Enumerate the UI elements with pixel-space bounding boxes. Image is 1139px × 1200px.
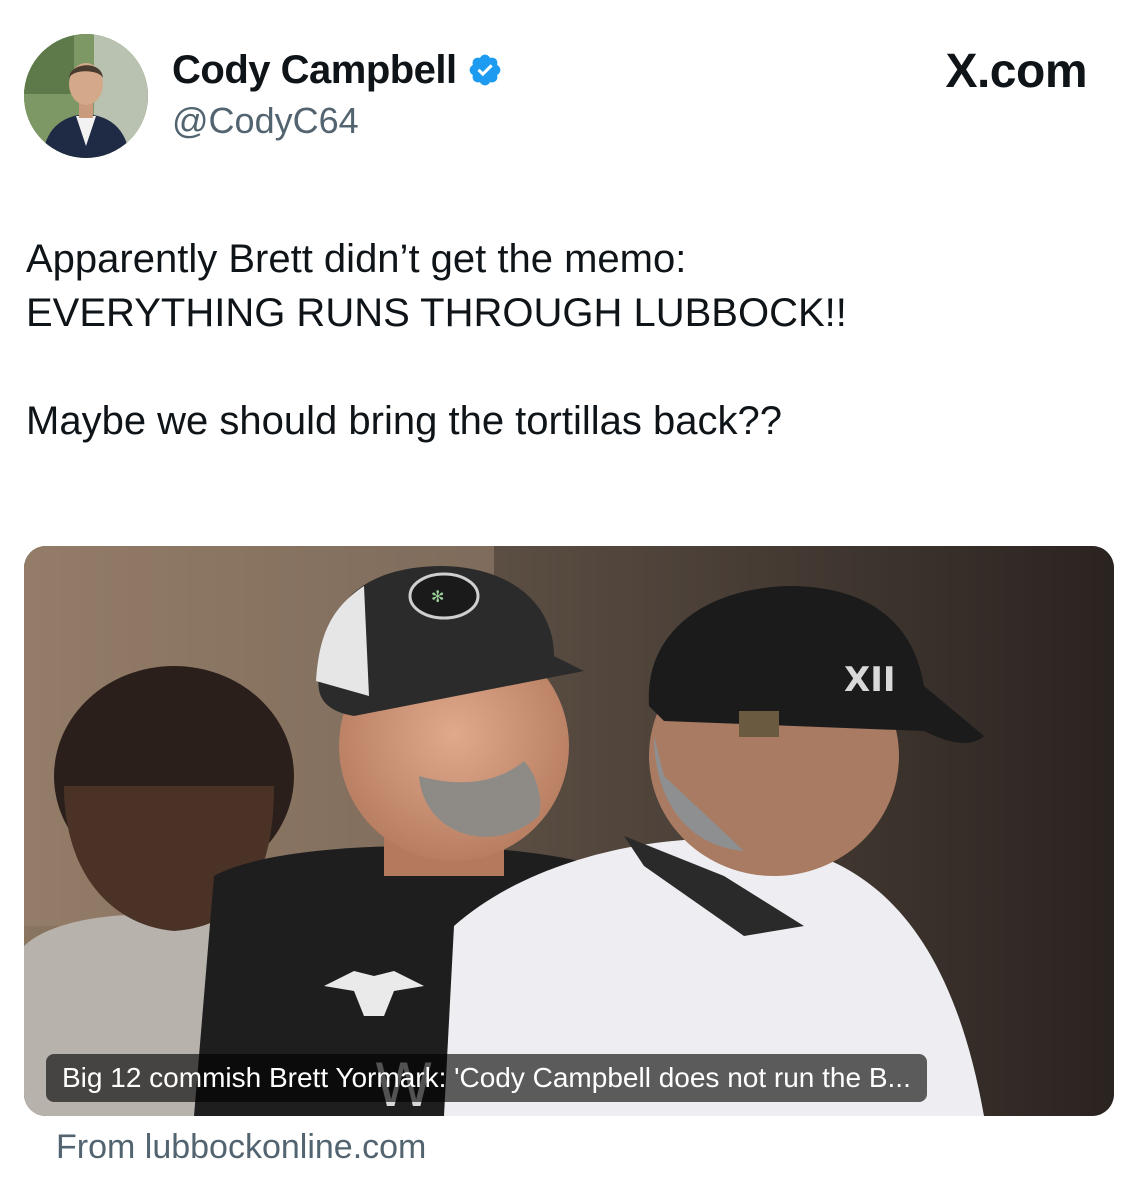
tweet-line: Maybe we should bring the tortillas back… (26, 399, 782, 443)
svg-text:XII: XII (844, 660, 896, 700)
link-card-title[interactable]: Big 12 commish Brett Yormark: 'Cody Camp… (46, 1054, 927, 1102)
tweet-line: EVERYTHING RUNS THROUGH LUBBOCK!! (26, 291, 847, 335)
avatar[interactable] (24, 34, 148, 158)
tweet-text: Apparently Brett didn’t get the memo: EV… (26, 232, 1106, 448)
tweet-line: Apparently Brett didn’t get the memo: (26, 237, 687, 281)
author-handle[interactable]: @CodyC64 (172, 100, 359, 142)
x-com-logo: X.com (945, 45, 1087, 98)
verified-badge-icon (467, 52, 503, 88)
link-card-source[interactable]: From lubbockonline.com (56, 1128, 426, 1167)
link-card-image: ✻ XII W (24, 546, 1114, 1116)
link-preview-card[interactable]: ✻ XII W Big 12 commish Brett Yormark: 'C… (24, 546, 1114, 1116)
author-display-name[interactable]: Cody Campbell (172, 48, 457, 93)
author-name-row[interactable]: Cody Campbell (172, 44, 503, 96)
svg-text:✻: ✻ (431, 587, 444, 606)
